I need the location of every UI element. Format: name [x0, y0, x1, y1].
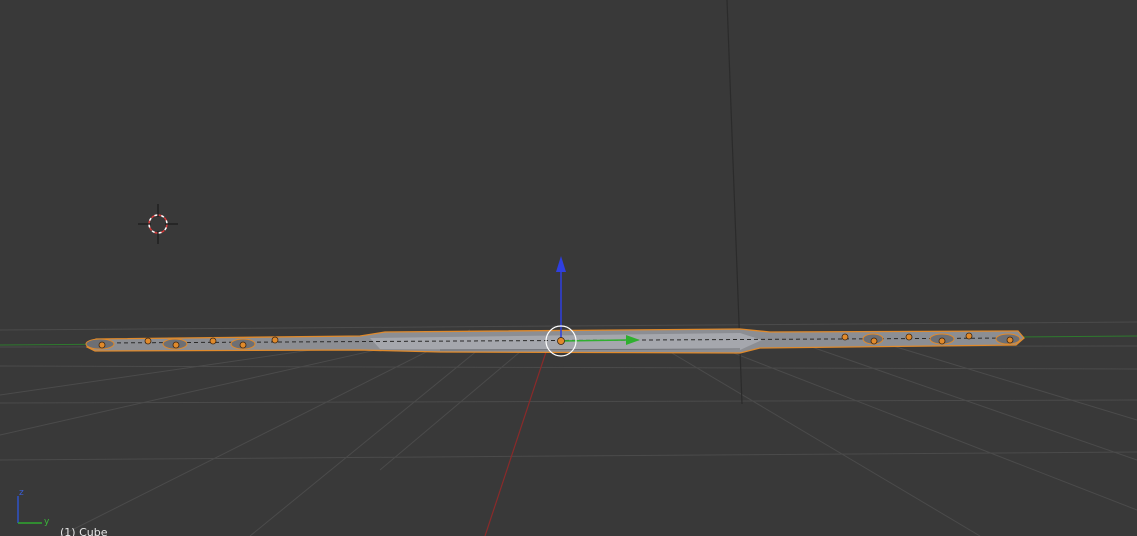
3d-cursor-icon[interactable]: [138, 204, 178, 244]
axis-orientation-icon: z y: [17, 488, 50, 527]
selected-mesh[interactable]: [85, 328, 1025, 354]
y-axis-label: y: [44, 517, 50, 527]
3d-viewport[interactable]: z y (1) Cube: [0, 0, 1137, 536]
global-x-axis-line: [484, 345, 549, 536]
object-info-label: (1) Cube: [60, 526, 108, 536]
z-axis-label: z: [19, 488, 24, 498]
object-origin: [557, 337, 565, 345]
viewport-scene[interactable]: [0, 0, 1137, 536]
